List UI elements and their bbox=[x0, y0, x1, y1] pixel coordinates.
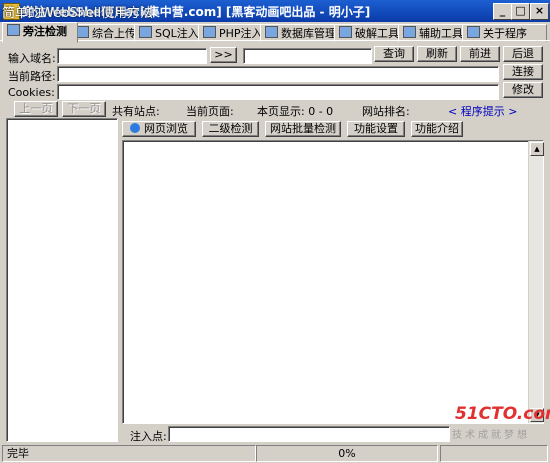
scroll-up-icon[interactable]: ▲ bbox=[530, 142, 544, 156]
cookies-label: Cookies: bbox=[8, 86, 55, 99]
site-list[interactable] bbox=[6, 118, 118, 442]
domain-input[interactable] bbox=[57, 48, 207, 64]
connect-button[interactable]: 连接 bbox=[503, 64, 543, 80]
path-input[interactable] bbox=[57, 66, 499, 82]
watermark-logo: 51CTO.com bbox=[455, 404, 550, 424]
about-icon bbox=[467, 26, 480, 38]
inject-label: 注入点: bbox=[130, 430, 167, 443]
tools-icon bbox=[403, 26, 416, 38]
subtab-batch-detect[interactable]: 网站批量检测 bbox=[265, 121, 341, 137]
sql-icon bbox=[139, 26, 152, 38]
rank-label: 网站排名: bbox=[362, 105, 410, 118]
status-extra bbox=[440, 445, 548, 462]
next-page-button[interactable]: 下一页 bbox=[62, 101, 106, 117]
forward-button[interactable]: 前进 bbox=[460, 46, 500, 62]
minimize-button[interactable]: _ bbox=[493, 3, 512, 20]
search-icon bbox=[7, 24, 20, 36]
subtab-settings[interactable]: 功能设置 bbox=[347, 121, 405, 137]
domain-label: 输入域名: bbox=[8, 52, 56, 65]
page-display: 本页显示: 0 - 0 bbox=[257, 105, 334, 118]
tab-divider bbox=[0, 40, 550, 41]
progress-text: 0% bbox=[256, 445, 438, 462]
modify-button[interactable]: 修改 bbox=[503, 82, 543, 98]
database-icon bbox=[265, 26, 278, 38]
close-button[interactable]: × bbox=[530, 3, 549, 20]
subtab-secondary-detect[interactable]: 二级检测 bbox=[202, 121, 259, 137]
tab-side-injection[interactable]: 旁注检测 bbox=[2, 22, 78, 43]
query-button[interactable]: 查询 bbox=[374, 46, 414, 62]
browser-panel[interactable]: ▲ ▼ bbox=[122, 140, 544, 424]
maximize-button[interactable]: □ bbox=[511, 3, 530, 20]
vertical-scrollbar[interactable]: ▲ ▼ bbox=[528, 141, 544, 423]
crack-icon bbox=[339, 26, 352, 38]
subtab-web-browse[interactable]: 网页浏览 bbox=[122, 121, 196, 137]
current-page-label: 当前页面: bbox=[186, 105, 234, 118]
inject-input[interactable] bbox=[168, 426, 450, 442]
cookies-input[interactable] bbox=[57, 84, 499, 100]
status-text: 完毕 bbox=[2, 445, 256, 462]
ie-icon bbox=[130, 123, 140, 133]
goto-button[interactable]: >> bbox=[210, 47, 237, 63]
php-icon bbox=[203, 26, 216, 38]
program-hint-link[interactable]: < 程序提示 > bbox=[448, 103, 517, 119]
overlay-caption: 简单的WebShell使用方法 bbox=[2, 6, 154, 21]
back-button[interactable]: 后退 bbox=[503, 46, 543, 62]
prev-page-button[interactable]: 上一页 bbox=[14, 101, 58, 117]
total-sites-label: 共有站点: bbox=[112, 105, 160, 118]
refresh-button[interactable]: 刷新 bbox=[417, 46, 457, 62]
watermark-slogan: 技术成就梦想 bbox=[452, 430, 530, 441]
path-label: 当前路径: bbox=[8, 70, 56, 83]
subtab-intro[interactable]: 功能介绍 bbox=[411, 121, 463, 137]
ip-input[interactable] bbox=[243, 48, 372, 64]
